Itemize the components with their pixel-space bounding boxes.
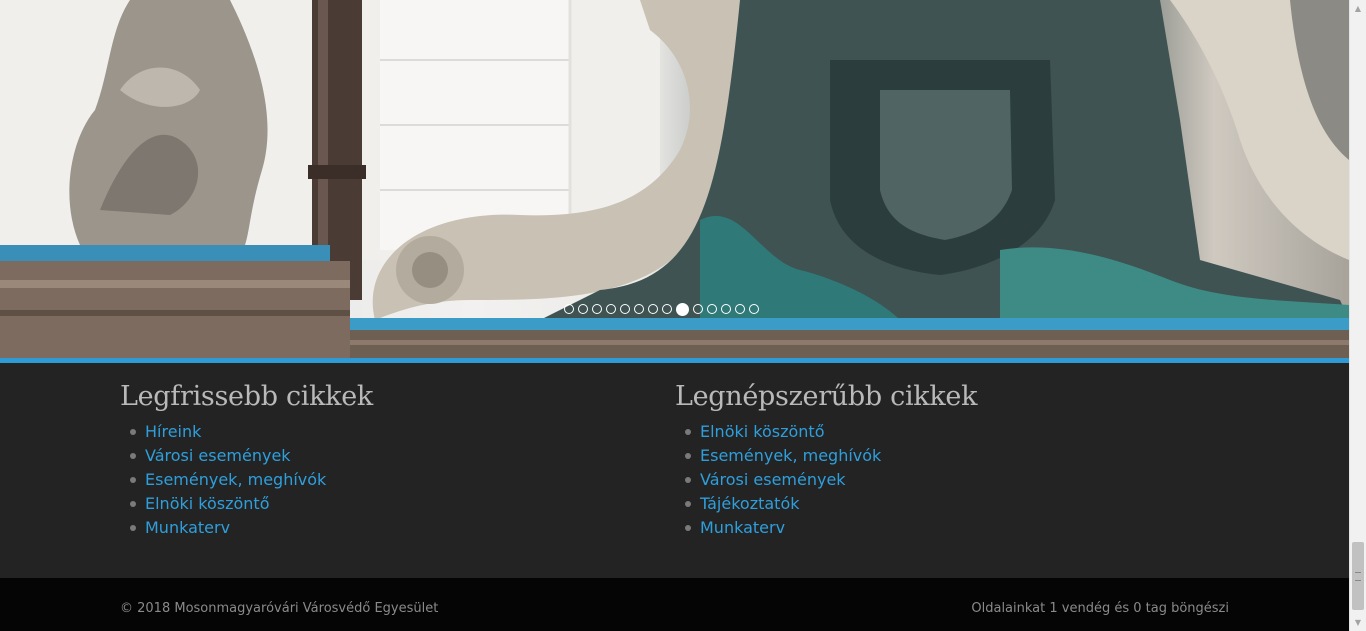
- footer: © 2018 Mosonmagyaróvári Városvédő Egyesü…: [0, 578, 1349, 631]
- slider-dot[interactable]: [693, 304, 703, 314]
- scroll-up-arrow-icon[interactable]: ▲: [1350, 0, 1366, 17]
- list-item: Elnöki köszöntő: [130, 492, 640, 516]
- slider-dot[interactable]: [676, 302, 689, 316]
- footer-copyright: © 2018 Mosonmagyaróvári Városvédő Egyesü…: [120, 601, 439, 616]
- latest-article-link[interactable]: Városi események: [145, 446, 291, 465]
- list-item: Események, meghívók: [130, 468, 640, 492]
- list-item: Munkaterv: [685, 516, 1195, 540]
- list-item: Városi események: [685, 468, 1195, 492]
- slider-dot[interactable]: [620, 304, 630, 314]
- slider-dot[interactable]: [592, 304, 602, 314]
- slider-dot[interactable]: [707, 304, 717, 314]
- popular-articles-title: Legnépszerűbb cikkek: [675, 381, 978, 412]
- list-item: Elnöki köszöntő: [685, 420, 1195, 444]
- slider-dot[interactable]: [634, 304, 644, 314]
- articles-section: Legfrissebb cikkek Híreink Városi esemén…: [0, 363, 1349, 578]
- slider-dot[interactable]: [606, 304, 616, 314]
- list-item: Tájékoztatók: [685, 492, 1195, 516]
- hero-slider: [0, 0, 1349, 358]
- latest-articles-list: Híreink Városi események Események, megh…: [120, 420, 640, 540]
- scrollbar-thumb[interactable]: [1352, 542, 1364, 610]
- footer-visitor-count: Oldalainkat 1 vendég és 0 tag böngészi: [971, 601, 1229, 616]
- latest-article-link[interactable]: Munkaterv: [145, 518, 230, 537]
- slider-dot[interactable]: [648, 304, 658, 314]
- slider-dot[interactable]: [662, 304, 672, 314]
- list-item: Munkaterv: [130, 516, 640, 540]
- latest-article-link[interactable]: Elnöki köszöntő: [145, 494, 270, 513]
- slider-dot[interactable]: [578, 304, 588, 314]
- slider-dot[interactable]: [735, 304, 745, 314]
- scroll-down-arrow-icon[interactable]: ▼: [1350, 614, 1366, 631]
- latest-articles-title: Legfrissebb cikkek: [120, 381, 373, 412]
- popular-article-link[interactable]: Tájékoztatók: [700, 494, 800, 513]
- slider-pagination: [564, 302, 759, 316]
- latest-article-link[interactable]: Híreink: [145, 422, 201, 441]
- list-item: Városi események: [130, 444, 640, 468]
- popular-articles: Legnépszerűbb cikkek Elnöki köszöntő Ese…: [675, 381, 1195, 540]
- popular-article-link[interactable]: Elnöki köszöntő: [700, 422, 825, 441]
- popular-article-link[interactable]: Városi események: [700, 470, 846, 489]
- slider-dot[interactable]: [564, 304, 574, 314]
- popular-article-link[interactable]: Munkaterv: [700, 518, 785, 537]
- page-scrollbar[interactable]: ▲ ▼: [1349, 0, 1366, 631]
- popular-articles-list: Elnöki köszöntő Események, meghívók Váro…: [675, 420, 1195, 540]
- slider-dot[interactable]: [721, 304, 731, 314]
- latest-articles: Legfrissebb cikkek Híreink Városi esemén…: [120, 381, 640, 540]
- page: Legfrissebb cikkek Híreink Városi esemén…: [0, 0, 1349, 631]
- slider-dot[interactable]: [749, 304, 759, 314]
- popular-article-link[interactable]: Események, meghívók: [700, 446, 881, 465]
- latest-article-link[interactable]: Események, meghívók: [145, 470, 326, 489]
- list-item: Események, meghívók: [685, 444, 1195, 468]
- list-item: Híreink: [130, 420, 640, 444]
